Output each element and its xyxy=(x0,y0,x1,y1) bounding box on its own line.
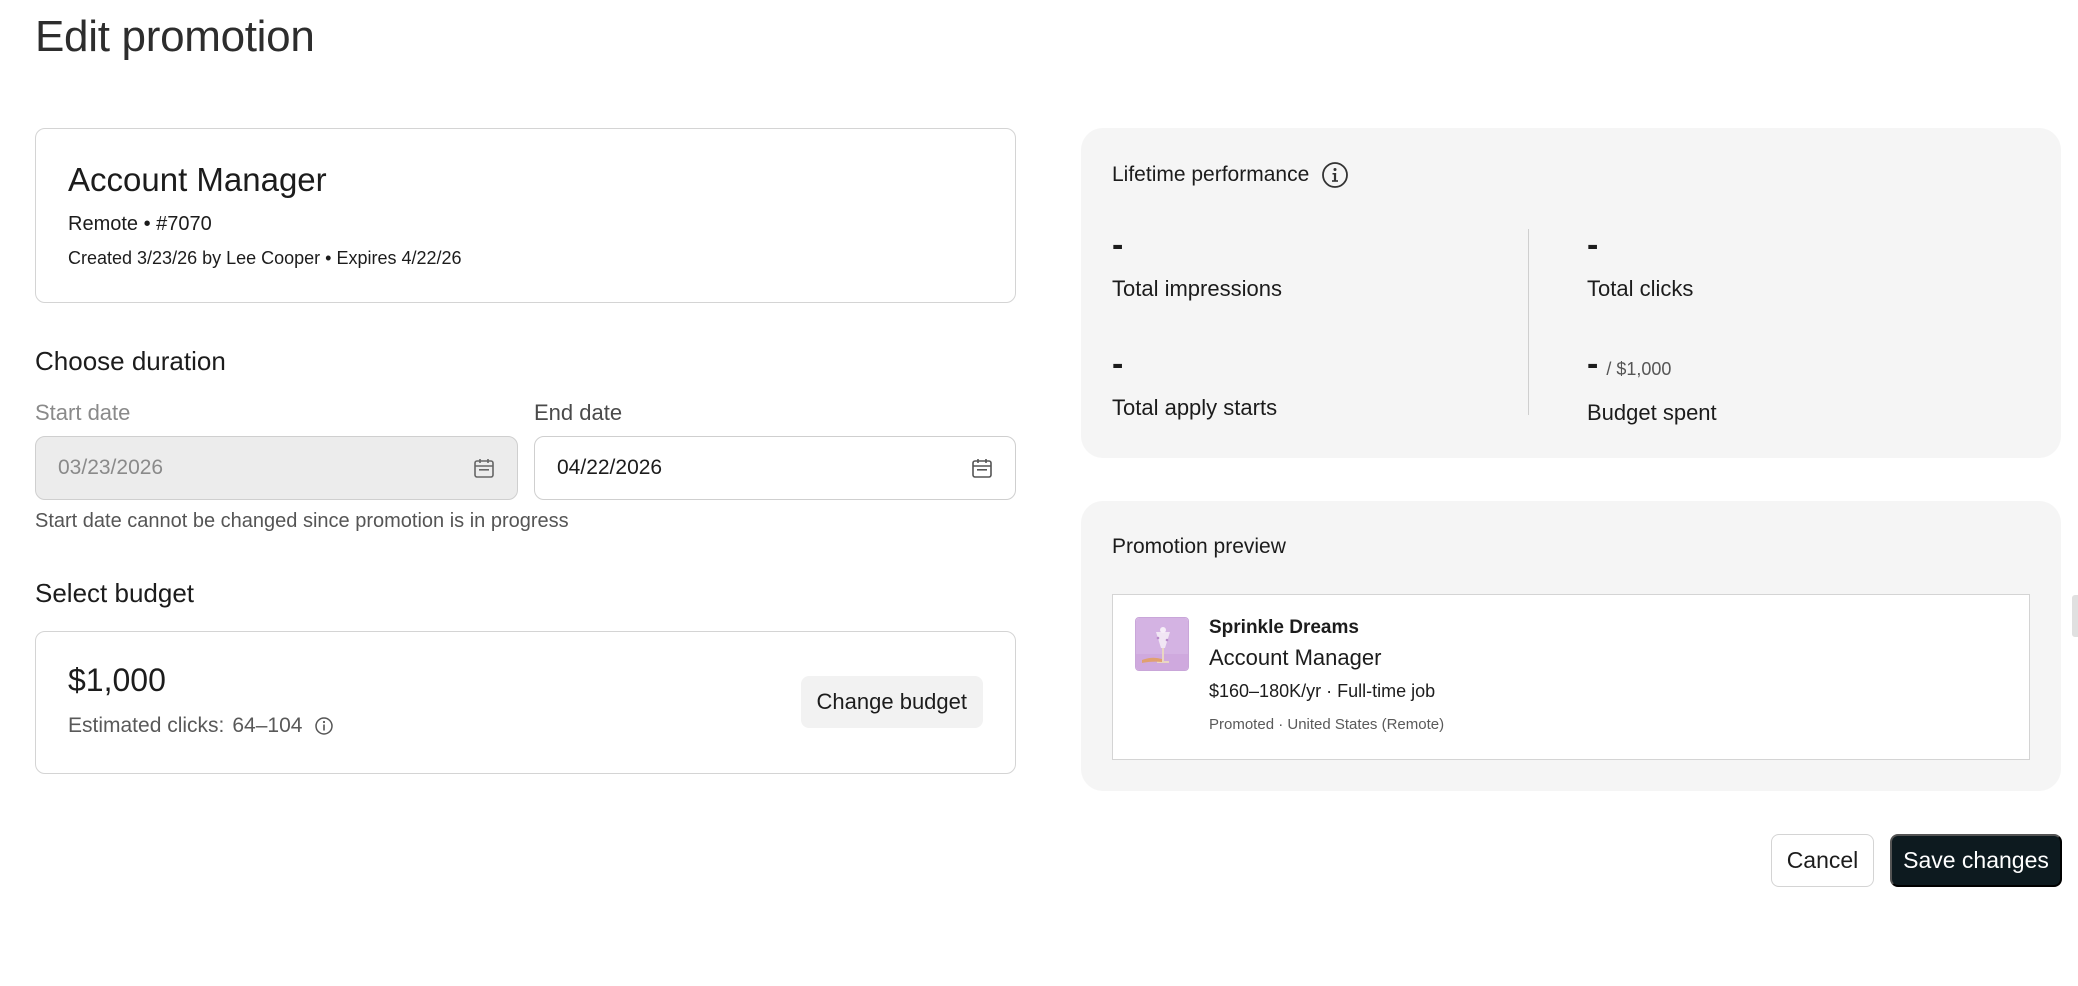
preview-title: Promotion preview xyxy=(1112,535,1286,558)
metric-value: - xyxy=(1587,345,1599,383)
start-date-label: Start date xyxy=(35,400,131,425)
metrics-divider xyxy=(1528,229,1529,415)
scrollbar-handle[interactable] xyxy=(2072,595,2078,637)
job-title: Account Manager xyxy=(68,161,327,198)
metric-value: - xyxy=(1587,226,1599,264)
metric-label: Total apply starts xyxy=(1112,395,1278,420)
change-budget-button[interactable]: Change budget xyxy=(800,676,983,728)
budget-card: $1,000 Estimated clicks: 64–104 Change b… xyxy=(35,631,1016,774)
start-date-input: 03/23/2026 xyxy=(35,436,518,500)
info-icon[interactable] xyxy=(314,716,334,736)
end-date-input[interactable]: 04/22/2026 xyxy=(534,436,1016,500)
end-date-value[interactable]: 04/22/2026 xyxy=(557,456,662,480)
budget-amount: $1,000 xyxy=(68,662,166,698)
end-date-label: End date xyxy=(534,400,623,425)
promotion-preview-panel: Promotion preview Sprinkle Dreams Accoun… xyxy=(1081,501,2061,791)
performance-title: Lifetime performance xyxy=(1112,161,1349,189)
preview-salary: $160–180K/yr · Full-time job xyxy=(1209,681,1436,701)
info-icon[interactable] xyxy=(1321,161,1349,189)
page-title: Edit promotion xyxy=(35,12,315,61)
estimated-clicks: Estimated clicks: 64–104 xyxy=(68,714,334,738)
preview-meta: Promoted · United States (Remote) xyxy=(1209,716,1445,733)
job-summary-card: Account Manager Remote • #7070 Created 3… xyxy=(35,128,1016,303)
duration-heading: Choose duration xyxy=(35,346,226,376)
lifetime-performance-panel: Lifetime performance - Total impressions… xyxy=(1081,128,2061,458)
start-date-helper-text: Start date cannot be changed since promo… xyxy=(35,510,569,532)
company-logo xyxy=(1135,617,1189,671)
metric-budget-spent: - / $1,000 Budget spent xyxy=(1587,347,1717,426)
estimated-clicks-label: Estimated clicks: xyxy=(68,714,225,737)
job-location-id: Remote • #7070 xyxy=(68,213,212,235)
calendar-icon xyxy=(473,457,495,479)
start-date-value: 03/23/2026 xyxy=(58,456,164,479)
preview-company-name: Sprinkle Dreams xyxy=(1209,617,1359,638)
budget-heading: Select budget xyxy=(35,578,195,608)
metric-label: Total clicks xyxy=(1587,276,1694,301)
cancel-button[interactable]: Cancel xyxy=(1771,834,1874,887)
preview-job-title: Account Manager xyxy=(1209,645,1382,670)
calendar-icon[interactable] xyxy=(971,457,993,479)
metric-total-clicks: - Total clicks xyxy=(1587,228,1693,302)
job-preview-card: Sprinkle Dreams Account Manager $160–180… xyxy=(1112,594,2030,760)
job-meta: Created 3/23/26 by Lee Cooper • Expires … xyxy=(68,248,462,268)
save-changes-button[interactable]: Save changes xyxy=(1890,834,2062,887)
budget-total-suffix: / $1,000 xyxy=(1606,359,1672,379)
preview-text: Sprinkle Dreams Account Manager $160–180… xyxy=(1209,617,1444,733)
metric-total-apply-starts: - Total apply starts xyxy=(1112,347,1277,421)
metric-value: - xyxy=(1112,226,1124,264)
edit-promotion-page: Edit promotion Account Manager Remote • … xyxy=(0,0,2078,986)
estimated-clicks-value: 64–104 xyxy=(232,714,303,737)
performance-title-text: Lifetime performance xyxy=(1112,163,1310,186)
metric-label: Total impressions xyxy=(1112,276,1282,301)
metric-value: - xyxy=(1112,345,1124,383)
metric-value-row: - / $1,000 xyxy=(1587,347,1717,386)
metric-total-impressions: - Total impressions xyxy=(1112,228,1282,302)
metric-label: Budget spent xyxy=(1587,400,1717,425)
